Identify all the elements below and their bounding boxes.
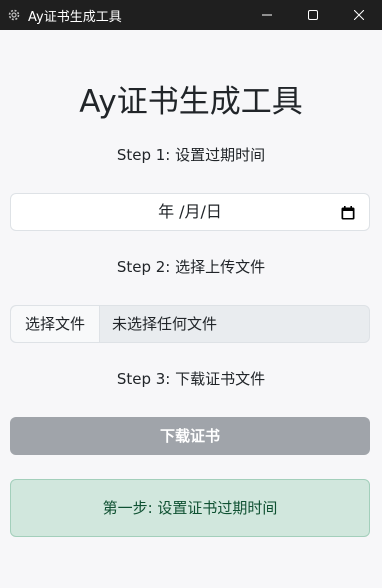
expiry-date-input[interactable]: 年 /月/日: [10, 193, 370, 231]
step2-label: Step 2: 选择上传文件: [116, 258, 266, 276]
window-controls: [244, 0, 382, 30]
status-alert: 第一步: 设置证书过期时间: [10, 479, 370, 537]
close-button[interactable]: [336, 0, 382, 30]
minimize-button[interactable]: [244, 0, 290, 30]
close-icon: [354, 10, 364, 20]
maximize-button[interactable]: [290, 0, 336, 30]
file-status-text: 未选择任何文件: [112, 315, 218, 333]
step3-label: Step 3: 下载证书文件: [116, 370, 266, 388]
choose-file-button[interactable]: 选择文件: [11, 306, 100, 342]
calendar-icon[interactable]: [341, 205, 355, 220]
page-title: Ay证书生成工具: [79, 84, 303, 120]
file-upload-input[interactable]: 选择文件 未选择任何文件: [10, 305, 370, 343]
window-titlebar: Ay证书生成工具: [0, 0, 382, 30]
minimize-icon: [262, 14, 272, 16]
date-placeholder: 年 /月/日: [158, 202, 222, 221]
window-title: Ay证书生成工具: [28, 9, 122, 25]
step1-label: Step 1: 设置过期时间: [116, 146, 266, 164]
maximize-icon: [308, 10, 318, 20]
main-content: Ay证书生成工具 Step 1: 设置过期时间 年 /月/日 Step 2: 选…: [0, 30, 382, 588]
gear-icon: [6, 7, 22, 23]
download-certificate-button[interactable]: 下载证书: [10, 417, 370, 455]
